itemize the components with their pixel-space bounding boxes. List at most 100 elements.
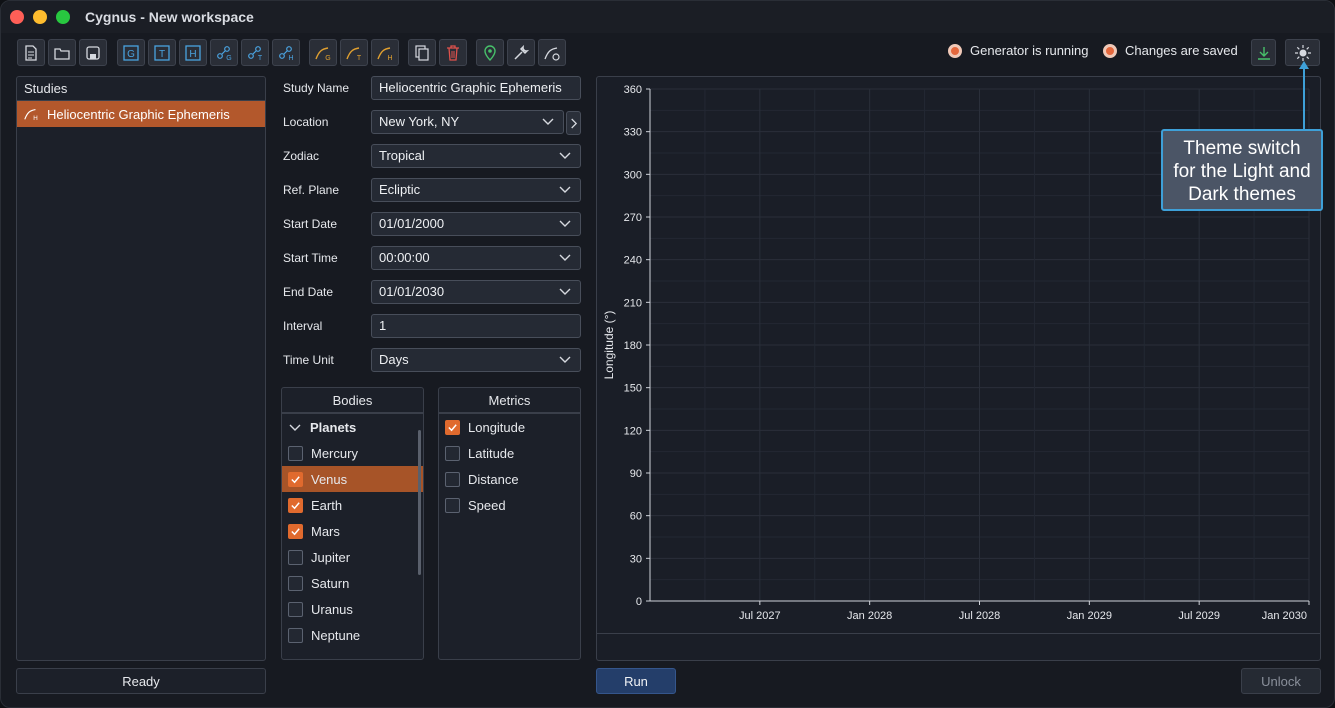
bodies-scrollbar[interactable]: [418, 430, 421, 575]
planets-group[interactable]: Planets: [282, 414, 423, 440]
end-date-picker[interactable]: 01/01/2030: [371, 280, 581, 304]
theme-switch-tooltip: Theme switch for the Light and Dark them…: [1161, 129, 1323, 211]
time-unit-value: Days: [379, 352, 409, 367]
metric-item-label: Longitude: [468, 419, 526, 435]
location-select[interactable]: New York, NY: [371, 110, 564, 134]
body-item-label: Mercury: [311, 445, 358, 461]
save-button[interactable]: [79, 39, 107, 66]
new-geo-ephemeris-button[interactable]: G: [309, 39, 337, 66]
metric-item-distance[interactable]: Distance: [439, 466, 580, 492]
status-bar-ready: Ready: [16, 668, 266, 694]
start-time-picker[interactable]: 00:00:00: [371, 246, 581, 270]
text-ephemeris-button[interactable]: T: [148, 39, 176, 66]
open-button[interactable]: [48, 39, 76, 66]
metric-item-longitude[interactable]: Longitude: [439, 414, 580, 440]
chevron-down-icon: [559, 220, 571, 227]
new-file-icon: [25, 44, 37, 61]
checkbox[interactable]: [288, 549, 303, 565]
body-item-label: Saturn: [311, 575, 350, 591]
chevron-down-icon: [559, 186, 571, 193]
svg-text:G: G: [325, 55, 330, 62]
start-date-label: Start Date: [283, 217, 338, 231]
new-helio-orange-icon: H: [377, 46, 393, 62]
planets-group-label: Planets: [310, 419, 357, 435]
svg-text:T: T: [159, 49, 165, 60]
svg-text:H: H: [33, 115, 38, 122]
new-topo-ephemeris-button[interactable]: T: [340, 39, 368, 66]
start-date-picker[interactable]: 01/01/2000: [371, 212, 581, 236]
metric-item-speed[interactable]: Speed: [439, 492, 580, 518]
chart-settings-button[interactable]: [538, 39, 566, 66]
checkbox-checked[interactable]: [288, 523, 303, 539]
body-item-jupiter[interactable]: Jupiter: [282, 544, 423, 570]
body-item-saturn[interactable]: Saturn: [282, 570, 423, 596]
close-window-button[interactable]: [10, 10, 24, 24]
start-time-value: 00:00:00: [379, 250, 430, 265]
new-helio-ephemeris-button[interactable]: H: [371, 39, 399, 66]
chevron-right-icon: [571, 118, 578, 128]
zodiac-value: Tropical: [379, 148, 425, 163]
svg-text:H: H: [387, 55, 392, 62]
svg-text:T: T: [258, 55, 263, 62]
metric-item-latitude[interactable]: Latitude: [439, 440, 580, 466]
text-ephemeris-icon: T: [154, 44, 170, 61]
body-item-earth[interactable]: Earth: [282, 492, 423, 518]
body-item-mars[interactable]: Mars: [282, 518, 423, 544]
tooltip-line-3: Dark themes: [1188, 184, 1296, 205]
checkbox-checked[interactable]: [288, 471, 303, 487]
y-tick-label: 330: [624, 127, 642, 139]
location-expand-button[interactable]: [566, 111, 581, 135]
zoom-window-button[interactable]: [56, 10, 70, 24]
topocentric-chart-button[interactable]: T: [241, 39, 269, 66]
interval-input[interactable]: 1: [371, 314, 581, 338]
time-unit-select[interactable]: Days: [371, 348, 581, 372]
y-tick-label: 60: [630, 511, 642, 523]
geocentric-chart-icon: G: [217, 45, 232, 62]
checkbox-checked[interactable]: [288, 497, 303, 513]
checkbox[interactable]: [445, 471, 460, 487]
duplicate-button[interactable]: [408, 39, 436, 66]
metric-item-label: Distance: [468, 471, 519, 487]
generator-status: Generator is running: [948, 43, 1089, 58]
body-item-mercury[interactable]: Mercury: [282, 440, 423, 466]
topocentric-chart-icon: T: [248, 45, 263, 62]
checkbox[interactable]: [288, 601, 303, 617]
body-item-neptune[interactable]: Neptune: [282, 622, 423, 648]
download-button[interactable]: [1251, 39, 1276, 66]
study-name-input[interactable]: Heliocentric Graphic Ephemeris: [371, 76, 581, 100]
checkbox[interactable]: [288, 575, 303, 591]
checkbox[interactable]: [288, 445, 303, 461]
checkbox-checked[interactable]: [445, 419, 460, 435]
checkbox[interactable]: [445, 445, 460, 461]
run-button[interactable]: Run: [596, 668, 676, 694]
settings-button[interactable]: [507, 39, 535, 66]
body-item-label: Neptune: [311, 627, 361, 643]
checkbox[interactable]: [288, 627, 303, 643]
study-item[interactable]: H Heliocentric Graphic Ephemeris: [17, 101, 265, 127]
zodiac-select[interactable]: Tropical: [371, 144, 581, 168]
body-item-venus[interactable]: Venus: [282, 466, 423, 492]
geocentric-chart-button[interactable]: G: [210, 39, 238, 66]
svg-text:H: H: [288, 55, 293, 62]
duplicate-icon: [415, 44, 429, 61]
delete-button[interactable]: [439, 39, 467, 66]
chevron-down-icon: [559, 254, 571, 261]
new-file-button[interactable]: [17, 39, 45, 66]
studies-header: Studies: [17, 77, 265, 101]
minimize-window-button[interactable]: [33, 10, 47, 24]
checkbox[interactable]: [445, 497, 460, 513]
zodiac-label: Zodiac: [283, 149, 320, 163]
end-date-label: End Date: [283, 285, 334, 299]
unlock-button[interactable]: Unlock: [1241, 668, 1321, 694]
location-icon: [484, 44, 496, 61]
heliocentric-ephemeris-button[interactable]: H: [179, 39, 207, 66]
y-tick-label: 300: [624, 169, 642, 181]
body-item-uranus[interactable]: Uranus: [282, 596, 423, 622]
save-status-label: Changes are saved: [1125, 43, 1238, 58]
start-date-value: 01/01/2000: [379, 216, 445, 231]
ref-plane-select[interactable]: Ecliptic: [371, 178, 581, 202]
heliocentric-chart-button[interactable]: H: [272, 39, 300, 66]
location-button[interactable]: [476, 39, 504, 66]
x-tick-label: Jan 2030: [1262, 610, 1307, 622]
graphic-ephemeris-button[interactable]: G: [117, 39, 145, 66]
